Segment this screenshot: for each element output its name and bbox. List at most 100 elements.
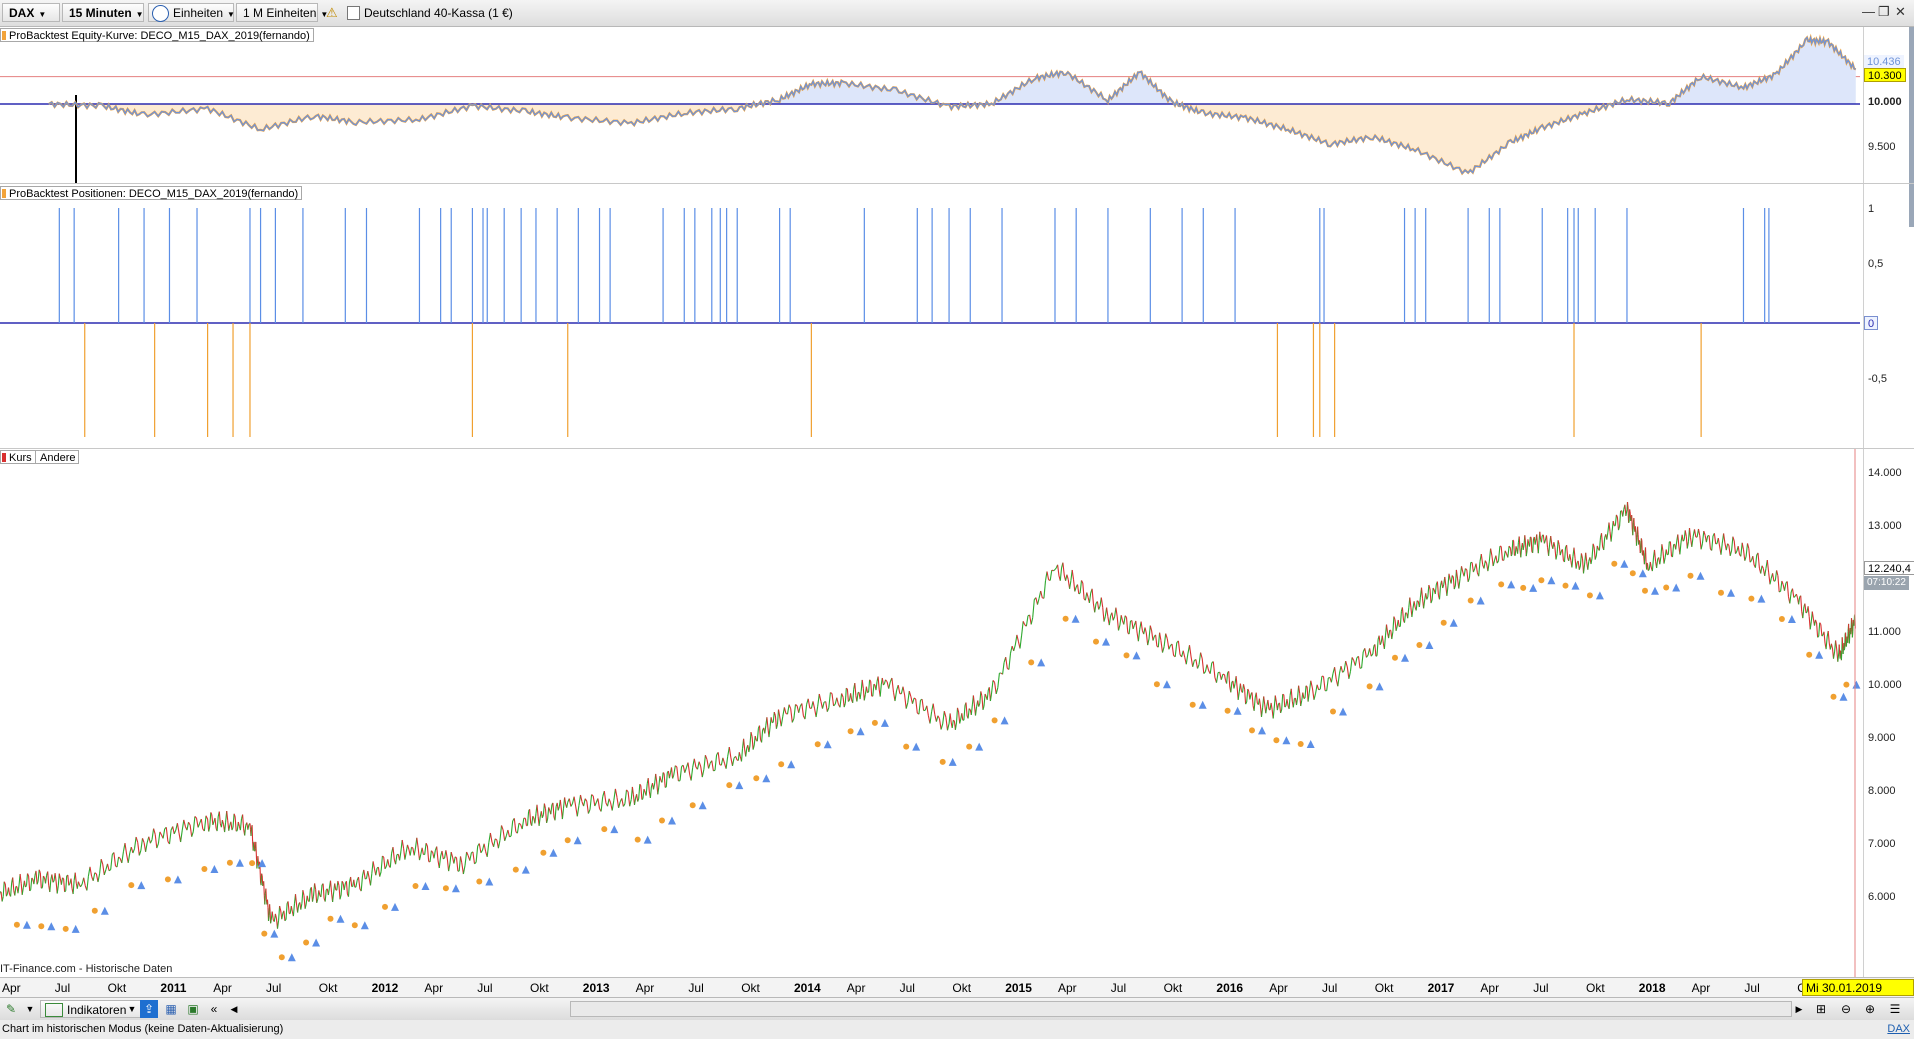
price-panel-label-andere[interactable]: Andere <box>35 450 80 464</box>
up-candle <box>649 786 652 798</box>
up-candle <box>986 689 989 700</box>
down-candle <box>1263 696 1266 705</box>
down-candle <box>915 698 918 714</box>
trade-arrow-icon <box>1672 583 1681 592</box>
up-candle <box>1288 695 1291 709</box>
up-candle <box>1844 633 1846 649</box>
down-candle <box>1518 536 1521 550</box>
trade-arrow-icon <box>1529 583 1538 592</box>
up-candle <box>1731 536 1734 551</box>
chevron-down-icon[interactable]: ▼ <box>24 1000 36 1018</box>
down-candle <box>873 683 876 686</box>
warning-icon[interactable]: ⚠ <box>326 5 338 21</box>
up-candle <box>1472 568 1476 573</box>
up-candle <box>1002 662 1005 675</box>
trade-arrow-icon <box>235 858 244 867</box>
restore-icon[interactable]: ❐ <box>1878 4 1890 20</box>
settings-icon[interactable]: ☰ <box>1884 1000 1906 1018</box>
up-candle <box>652 783 656 790</box>
down-candle <box>631 786 634 795</box>
down-candle <box>1298 685 1301 694</box>
down-candle <box>1405 612 1407 614</box>
export-icon[interactable]: ▣ <box>184 1000 202 1018</box>
down-candle <box>938 718 942 730</box>
chevron-down-icon[interactable]: ▼ <box>126 1000 138 1018</box>
up-candle <box>1281 694 1284 710</box>
down-candle <box>1550 536 1553 545</box>
close-icon[interactable]: ✕ <box>1895 4 1906 20</box>
trade-arrow-icon <box>1571 581 1580 590</box>
down-candle <box>1374 644 1377 657</box>
down-candle <box>172 826 175 835</box>
down-candle <box>1820 624 1823 637</box>
down-candle <box>1791 588 1795 598</box>
up-candle <box>1578 565 1581 570</box>
down-candle <box>337 880 340 886</box>
down-candle <box>74 872 77 884</box>
down-candle <box>921 699 925 711</box>
info-icon[interactable] <box>347 6 360 20</box>
zoom-fit-icon[interactable]: ⊞ <box>1810 1000 1832 1018</box>
scroll-left-icon[interactable]: ◀ <box>228 1000 240 1018</box>
share-icon[interactable]: ⇪ <box>140 1000 158 1018</box>
down-candle <box>1646 562 1649 565</box>
down-candle <box>455 857 459 872</box>
trade-arrow-icon <box>549 848 558 857</box>
up-candle <box>798 706 801 713</box>
minimize-icon[interactable]: — <box>1862 4 1875 19</box>
up-candle <box>967 708 970 719</box>
trade-entry-marker <box>62 925 69 932</box>
up-candle <box>1837 652 1840 662</box>
compare-icon[interactable]: ▦ <box>162 1000 180 1018</box>
units-selector[interactable]: Einheiten ▼ <box>148 3 235 22</box>
up-candle <box>433 850 436 859</box>
down-candle <box>1838 644 1841 655</box>
time-scrollbar[interactable] <box>570 1001 1792 1017</box>
down-candle <box>1566 545 1569 559</box>
trade-arrow-icon <box>287 953 296 962</box>
up-candle <box>1532 538 1535 553</box>
trade-entry-marker <box>966 743 973 750</box>
zoom-in-icon[interactable]: ⊕ <box>1860 1000 1880 1018</box>
down-candle <box>543 803 547 809</box>
down-candle <box>226 811 229 821</box>
trade-arrow-icon <box>1258 726 1266 735</box>
up-candle <box>1651 557 1655 572</box>
x-tick-month: Apr <box>424 981 444 995</box>
up-candle <box>1821 634 1824 637</box>
interval-selector[interactable]: 15 Minuten ▼ <box>62 3 144 22</box>
up-candle <box>673 765 676 776</box>
scroll-right-icon[interactable]: ▶ <box>1793 1000 1805 1018</box>
draw-tool-icon[interactable]: ✎ <box>2 1000 20 1018</box>
up-candle <box>1548 544 1551 556</box>
up-candle <box>1272 708 1275 719</box>
equity-panel-label[interactable]: ProBacktest Equity-Kurve: DECO_M15_DAX_2… <box>0 28 314 42</box>
instrument-selector[interactable]: DAX ▼ <box>2 3 60 22</box>
positions-panel-label[interactable]: ProBacktest Positionen: DECO_M15_DAX_201… <box>0 186 303 200</box>
up-candle <box>570 803 573 807</box>
units-value-selector[interactable]: 1 M Einheiten ▼ <box>236 3 328 22</box>
down-candle <box>1536 534 1539 546</box>
panel-resize-handle[interactable] <box>1909 27 1914 227</box>
up-candle <box>1025 615 1029 627</box>
up-candle <box>413 847 417 856</box>
trade-entry-marker <box>814 741 821 748</box>
up-candle <box>1300 700 1303 707</box>
collapse-icon[interactable]: « <box>208 1000 220 1018</box>
up-candle <box>1663 557 1666 564</box>
up-candle <box>1825 636 1828 650</box>
down-candle <box>1653 549 1657 562</box>
zoom-out-icon[interactable]: ⊖ <box>1836 1000 1856 1018</box>
down-candle <box>1131 620 1134 630</box>
down-candle <box>1140 621 1143 631</box>
up-candle <box>244 825 247 836</box>
down-candle <box>766 717 769 728</box>
price-panel-label-kurs[interactable]: Kurs <box>0 450 36 464</box>
x-tick-month: Apr <box>846 981 866 995</box>
up-candle <box>1510 554 1513 557</box>
trade-arrow-icon <box>210 865 219 873</box>
dax-link[interactable]: DAX <box>1887 1020 1910 1039</box>
x-tick-year: 2011 <box>160 981 187 995</box>
up-candle <box>1168 645 1171 650</box>
time-axis[interactable]: Apr Jul Okt 2011 Apr Jul Okt 2012 Apr Jul Okt 2013 A… <box>0 977 1914 998</box>
